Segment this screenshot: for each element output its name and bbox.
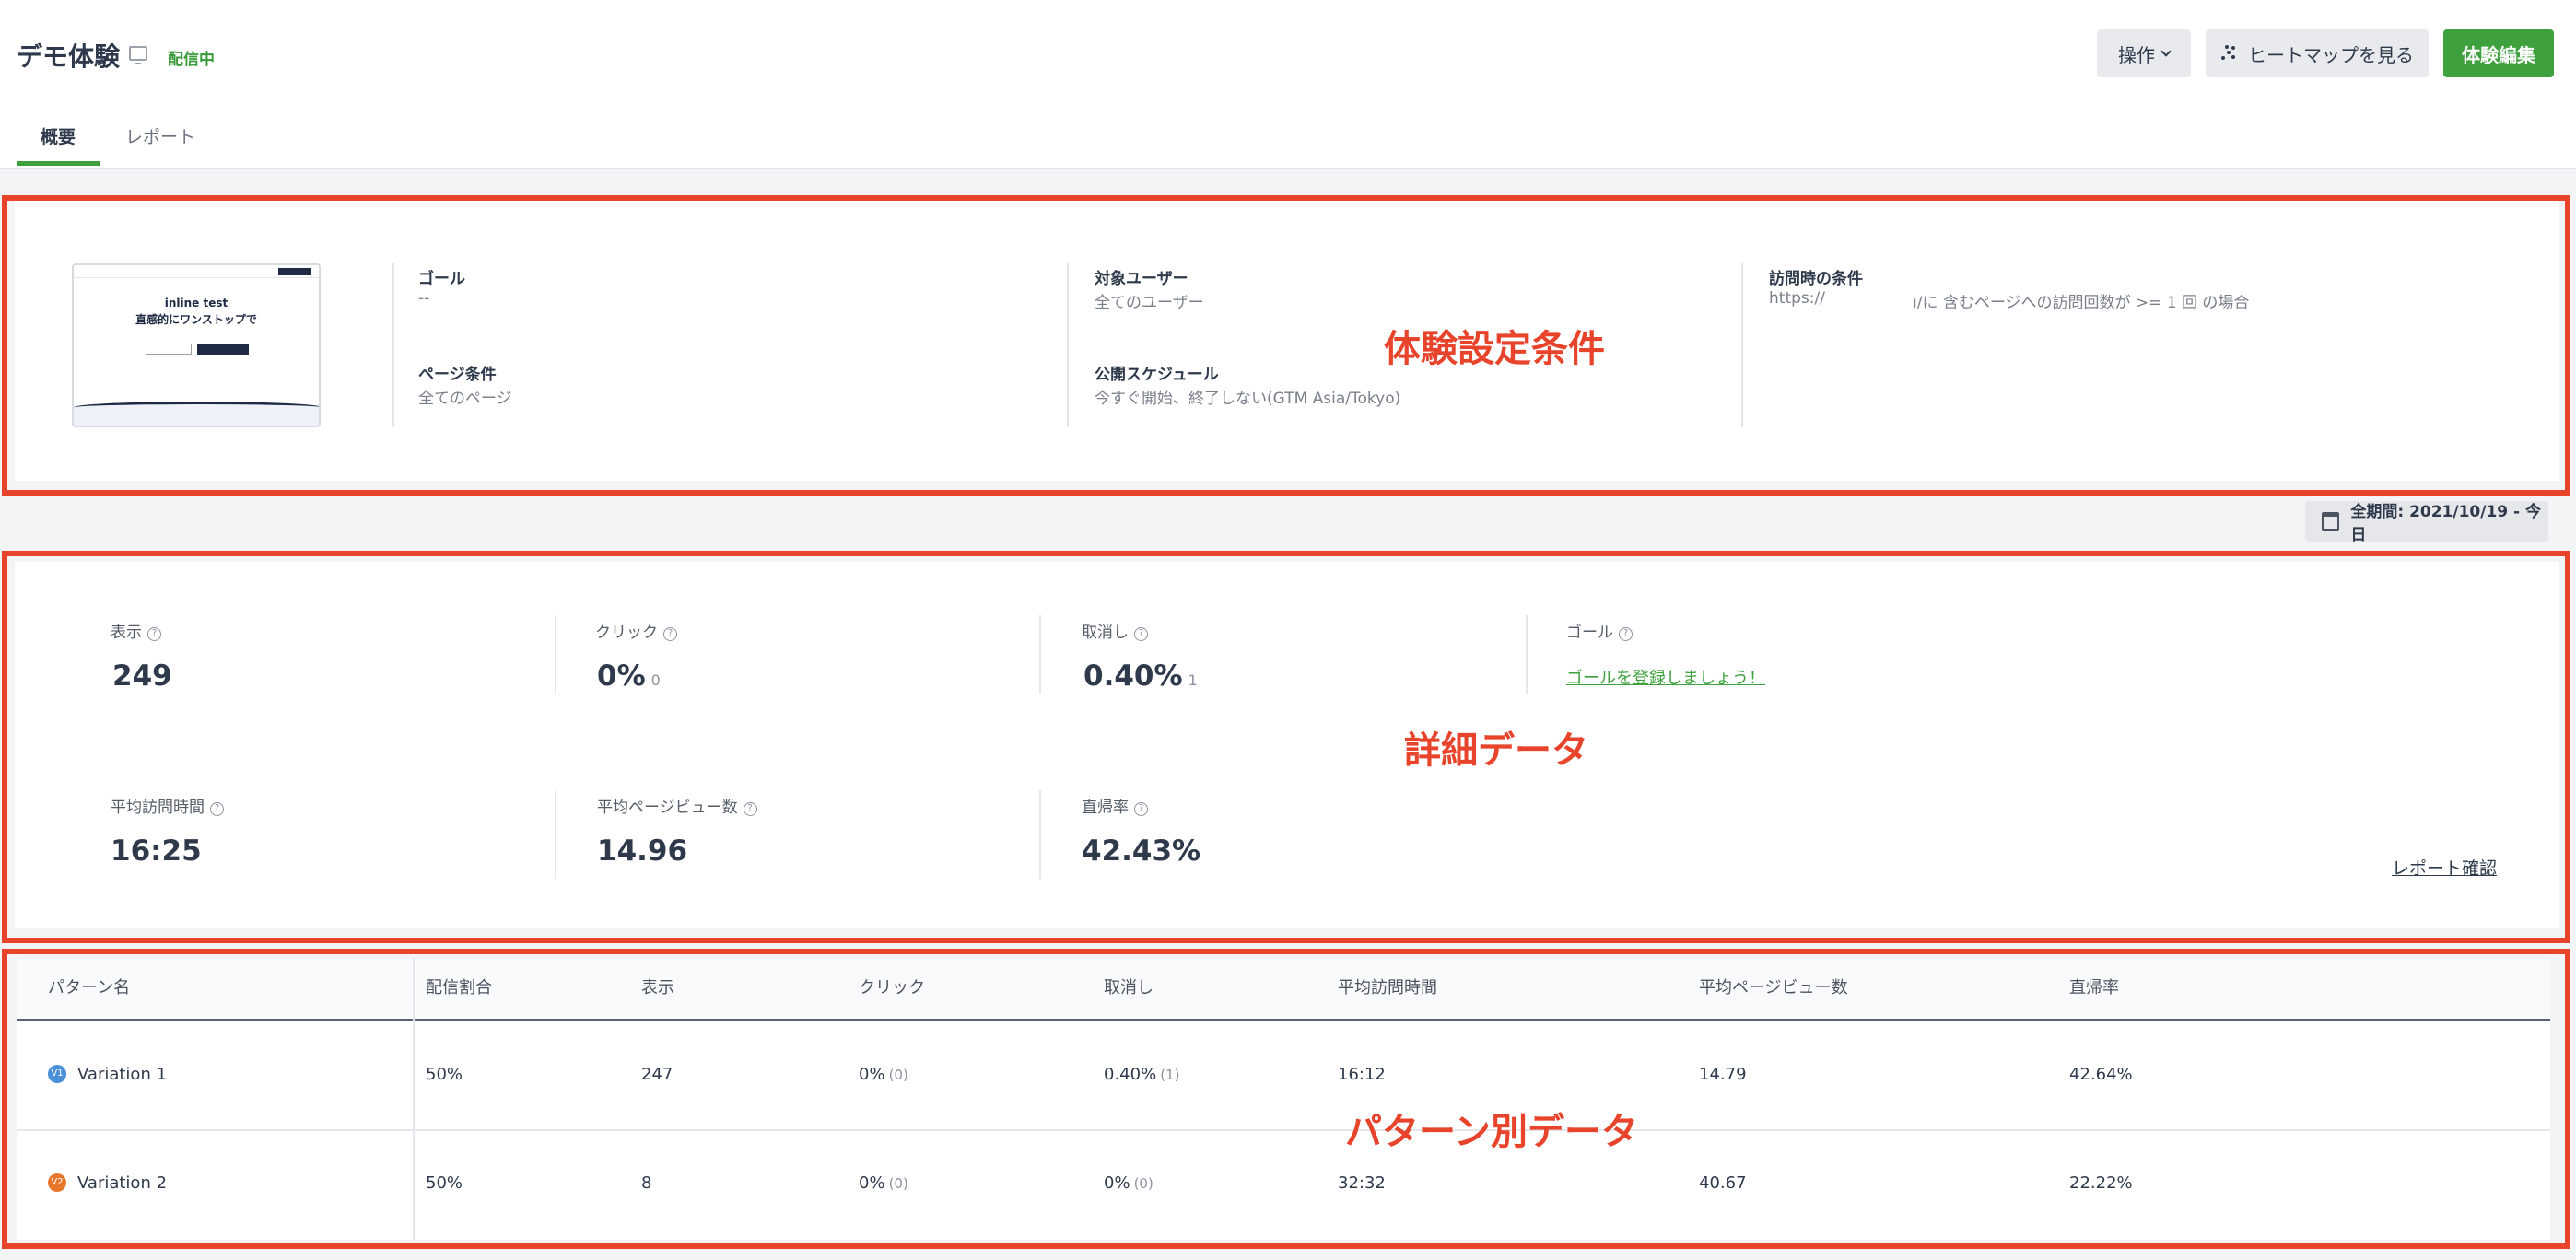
header-ratio: 配信割合 bbox=[426, 978, 492, 998]
header-avg-pv: 平均ページビュー数 bbox=[1699, 978, 1848, 998]
target-user-label: 対象ユーザー bbox=[1095, 270, 1188, 288]
thumbnail-line: 直感的にワンストップで bbox=[135, 313, 257, 326]
cell-cancel: 0% (0) bbox=[1104, 1173, 1153, 1193]
cell-bounce: 42.64% bbox=[2069, 1065, 2133, 1084]
metric-cancel-label: 取消し? bbox=[1082, 619, 1148, 642]
visit-condition-label: 訪問時の条件 bbox=[1769, 270, 1863, 288]
annotation-detail: 詳細データ bbox=[1404, 729, 1588, 772]
calendar-icon bbox=[2322, 512, 2340, 531]
date-range-label: 全期間: 2021/10/19 - 今日 bbox=[2350, 503, 2542, 544]
date-range-button[interactable]: 全期間: 2021/10/19 - 今日 bbox=[2305, 501, 2548, 544]
active-tab-indicator bbox=[17, 161, 100, 166]
metric-bounce-value: 42.43% bbox=[1082, 834, 1201, 868]
help-icon[interactable]: ? bbox=[210, 802, 224, 816]
divider bbox=[555, 615, 556, 694]
metric-avg-pv-label: 平均ページビュー数? bbox=[597, 794, 757, 817]
heatmap-icon bbox=[2220, 45, 2237, 62]
annotation-settings: 体験設定条件 bbox=[1384, 328, 1605, 370]
header-display: 表示 bbox=[641, 978, 674, 998]
cell-display: 8 bbox=[641, 1173, 652, 1193]
page-thumbnail[interactable]: inline test 直感的にワンストップで bbox=[72, 263, 321, 427]
cell-display: 247 bbox=[641, 1065, 673, 1084]
cell-avg-pv: 40.67 bbox=[1699, 1173, 1747, 1193]
metric-display-label: 表示? bbox=[111, 619, 161, 642]
target-user-value: 全てのユーザー bbox=[1095, 294, 1204, 312]
divider bbox=[1741, 263, 1743, 427]
header-avg-time: 平均訪問時間 bbox=[1338, 978, 1437, 998]
operation-label: 操作 bbox=[2118, 43, 2155, 66]
heatmap-label: ヒートマップを見る bbox=[2248, 43, 2414, 66]
cell-ratio: 50% bbox=[426, 1065, 463, 1084]
header-cancel: 取消し bbox=[1104, 978, 1153, 998]
annotation-pattern: パターン別データ bbox=[1345, 1111, 1638, 1153]
metric-goal-label: ゴール? bbox=[1566, 619, 1633, 642]
metric-bounce-label: 直帰率? bbox=[1082, 794, 1148, 817]
page-title: デモ体験 bbox=[17, 41, 121, 72]
cell-click: 0% (0) bbox=[859, 1173, 908, 1193]
schedule-label: 公開スケジュール bbox=[1095, 366, 1219, 384]
header-pattern-name: パターン名 bbox=[48, 978, 131, 998]
visit-condition-value: ı/に 含むページへの訪問回数が >= 1 回 の場合 bbox=[1913, 294, 2250, 312]
metric-click-value: 0% 0 bbox=[597, 659, 661, 693]
header-click: クリック bbox=[859, 978, 925, 998]
cell-click: 0% (0) bbox=[859, 1065, 908, 1084]
operation-button[interactable]: 操作 bbox=[2097, 29, 2191, 77]
tab-report[interactable]: レポート bbox=[125, 123, 195, 148]
help-icon[interactable]: ? bbox=[1134, 802, 1148, 816]
metric-avg-time-value: 16:25 bbox=[111, 834, 202, 868]
help-icon[interactable]: ? bbox=[743, 802, 757, 816]
header-bounce: 直帰率 bbox=[2069, 978, 2119, 998]
cell-avg-time: 32:32 bbox=[1338, 1173, 1386, 1193]
status-badge: 配信中 bbox=[168, 51, 215, 69]
report-link[interactable]: レポート確認 bbox=[2392, 855, 2497, 880]
divider bbox=[555, 790, 556, 879]
schedule-value: 今すぐ開始、終了しない(GTM Asia/Tokyo) bbox=[1095, 390, 1401, 408]
page-condition-label: ページ条件 bbox=[418, 366, 497, 384]
divider bbox=[1039, 615, 1041, 694]
settings-highlight bbox=[2, 195, 2570, 496]
variation-badge: V2 bbox=[48, 1173, 66, 1192]
edit-experience-button[interactable]: 体験編集 bbox=[2443, 29, 2554, 77]
pattern-highlight bbox=[2, 949, 2570, 1249]
thumbnail-heading: inline test bbox=[164, 297, 228, 309]
metric-cancel-value: 0.40% 1 bbox=[1083, 659, 1198, 693]
desktop-icon bbox=[129, 46, 147, 64]
metric-display-value: 249 bbox=[112, 659, 172, 693]
tab-overview[interactable]: 概要 bbox=[41, 123, 76, 148]
metric-avg-pv-value: 14.96 bbox=[597, 834, 688, 868]
help-icon[interactable]: ? bbox=[147, 627, 161, 641]
variation-name[interactable]: Variation 2 bbox=[77, 1173, 167, 1193]
heatmap-button[interactable]: ヒートマップを見る bbox=[2206, 29, 2429, 77]
help-icon[interactable]: ? bbox=[1619, 627, 1633, 641]
page-condition-value: 全てのページ bbox=[418, 390, 512, 408]
variation-name[interactable]: Variation 1 bbox=[77, 1065, 167, 1084]
cell-ratio: 50% bbox=[426, 1173, 463, 1193]
chevron-down-icon bbox=[2160, 46, 2172, 57]
metric-avg-time-label: 平均訪問時間? bbox=[111, 794, 224, 817]
variation-badge: V1 bbox=[48, 1065, 66, 1083]
cell-avg-pv: 14.79 bbox=[1699, 1065, 1747, 1084]
divider bbox=[1526, 615, 1528, 694]
help-icon[interactable]: ? bbox=[1134, 627, 1148, 641]
goal-value: -- bbox=[418, 289, 430, 308]
metrics-highlight bbox=[2, 551, 2570, 943]
cell-cancel: 0.40% (1) bbox=[1104, 1065, 1180, 1084]
goal-label: ゴール bbox=[418, 270, 465, 288]
help-icon[interactable]: ? bbox=[663, 627, 677, 641]
divider bbox=[1039, 790, 1041, 879]
divider bbox=[1067, 263, 1069, 427]
metric-click-label: クリック? bbox=[595, 619, 677, 642]
page-header: デモ体験 配信中 操作 ヒートマップを見る 体験編集 概要 レポート bbox=[0, 0, 2576, 169]
cell-bounce: 22.22% bbox=[2069, 1173, 2133, 1193]
register-goal-link[interactable]: ゴールを登録しましょう！ bbox=[1566, 665, 1765, 689]
visit-condition-prefix: https:// bbox=[1769, 289, 1825, 308]
cell-avg-time: 16:12 bbox=[1338, 1065, 1386, 1084]
divider bbox=[392, 263, 394, 427]
